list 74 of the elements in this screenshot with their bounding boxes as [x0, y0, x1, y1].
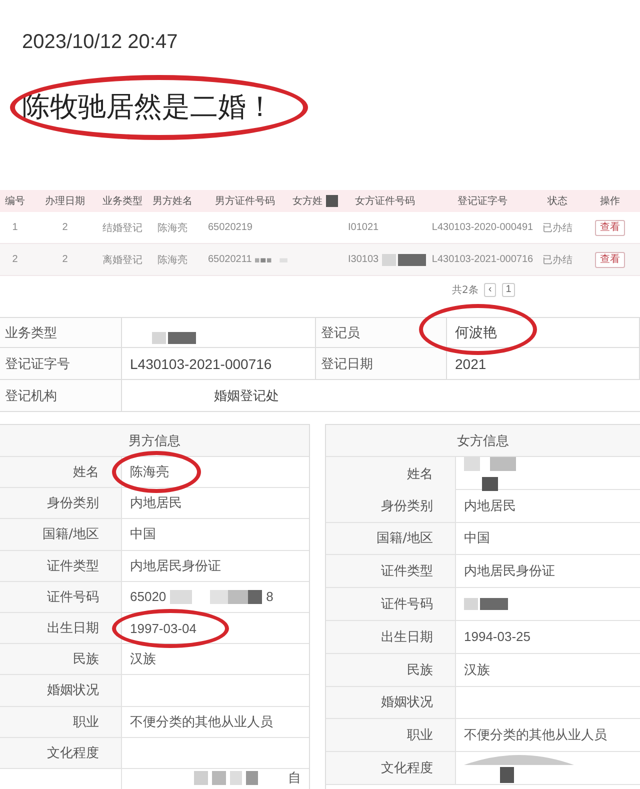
table-cell: 2	[12, 254, 18, 265]
field-value: 1997-03-04	[130, 620, 196, 636]
field-value: 中国	[130, 526, 156, 542]
column-header: 女方姓	[292, 194, 322, 208]
column-header: 男方证件号码	[215, 194, 275, 208]
field-label: 出生日期	[326, 620, 456, 653]
field-value: 内地居民	[130, 495, 182, 510]
panel-title: 女方信息	[326, 425, 640, 457]
field-value: 2021	[455, 356, 486, 372]
field-label: 姓名	[326, 457, 456, 491]
view-button[interactable]: 查看	[595, 220, 625, 236]
table-cell: 2	[62, 222, 68, 233]
field-label: 证件号码	[326, 588, 456, 620]
table-cell: I01021	[348, 222, 379, 233]
field-value: 汉族	[130, 651, 156, 666]
field-value: 内地居民身份证	[130, 558, 221, 573]
field-value: 陈海亮	[130, 464, 169, 480]
field-value: 内地居民身份证	[464, 563, 555, 578]
table-cell: 1	[12, 222, 18, 233]
field-value: 何波艳	[455, 324, 497, 340]
field-label: 姓名	[0, 457, 122, 488]
column-header: 女方证件号码	[355, 194, 415, 208]
post-time: 2023/10/12 20:47	[22, 30, 179, 54]
field-label: 身份类别	[0, 488, 122, 518]
field-value: L430103-2021-000716	[130, 356, 272, 372]
page-button[interactable]: 1	[502, 283, 516, 297]
field-label: 民族	[326, 654, 456, 686]
field-value: 婚姻登记处	[214, 386, 279, 404]
field-label: 职业	[0, 706, 122, 737]
field-label: 身份类别	[326, 490, 456, 522]
prev-page-button[interactable]: ‹	[484, 283, 496, 297]
field-value: 不便分类的其他从业人员	[464, 727, 607, 742]
table-cell: L430103-2020-000491	[432, 222, 534, 233]
table-cell-text: 离婚登记	[102, 254, 142, 266]
field-value: 自	[288, 770, 301, 785]
table-cell: L430103-2021-000716	[432, 254, 534, 265]
table-cell: 2	[62, 254, 68, 265]
table-cell-text: 陈海亮	[158, 254, 188, 266]
field-label: 文化程度	[0, 738, 122, 768]
field-value: 65020	[130, 589, 166, 604]
field-value: 8	[266, 590, 274, 604]
column-header: 业务类型	[102, 194, 142, 208]
table-cell-text: 陈海亮	[158, 222, 188, 234]
column-header: 男方姓名	[152, 194, 192, 208]
field-label: 证件类型	[326, 555, 456, 588]
column-header: 状态	[548, 194, 568, 208]
field-value: 1994-03-25	[464, 629, 530, 644]
field-label: 证件类型	[0, 550, 122, 581]
field-label: 证件号码	[0, 582, 122, 612]
record-count: 共2条	[452, 284, 478, 297]
table-cell: I30103	[348, 254, 379, 265]
field-value: 不便分类的其他从业人员	[130, 714, 273, 729]
field-label: 国籍/地区	[0, 519, 122, 550]
table-cell-text: 结婚登记	[102, 222, 142, 234]
column-header: 办理日期	[45, 194, 85, 208]
field-label: 婚姻状况	[0, 675, 122, 706]
table-cell-text: 已办结	[542, 222, 572, 234]
table-cell: 65020219	[208, 222, 252, 233]
field-label: 国籍/地区	[326, 522, 456, 554]
field-label: 婚姻状况	[326, 686, 456, 718]
column-header: 操作	[600, 195, 620, 208]
field-label: 出生日期	[0, 612, 122, 644]
field-value: 中国	[464, 530, 490, 546]
column-header: 登记证字号	[458, 194, 508, 208]
table-cell-text: 已办结	[542, 254, 572, 266]
field-value: 内地居民	[464, 498, 516, 513]
panel-title: 男方信息	[0, 425, 309, 457]
table-cell: 65020211	[208, 254, 252, 265]
view-button[interactable]: 查看	[595, 252, 625, 268]
column-header: 编号	[5, 194, 25, 208]
field-label: 职业	[326, 719, 456, 752]
field-label: 民族	[0, 644, 122, 674]
field-label: 文化程度	[326, 752, 456, 784]
field-value: 汉族	[464, 662, 490, 677]
